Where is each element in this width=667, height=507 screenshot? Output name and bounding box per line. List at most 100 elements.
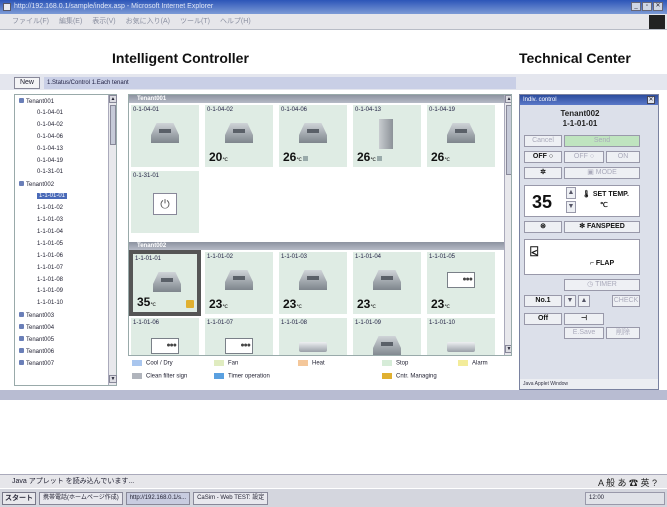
- start-button[interactable]: スタート: [2, 492, 36, 505]
- system-tray: 12:00: [585, 492, 665, 505]
- esave-button[interactable]: E.Save: [564, 327, 604, 339]
- menu-file[interactable]: ファイル(F): [12, 14, 49, 29]
- taskbar-item[interactable]: http://192.168.0.1/s...: [125, 492, 191, 505]
- tree-item-tenant[interactable]: Tenant002: [19, 181, 54, 188]
- maximize-button[interactable]: ▫: [642, 2, 652, 11]
- menu-tools[interactable]: ツール(T): [180, 14, 210, 29]
- unit-tile[interactable]: 0-1-31-01 ⏻: [131, 171, 199, 233]
- minimize-button[interactable]: _: [631, 2, 641, 11]
- cancel-button[interactable]: Cancel: [524, 135, 562, 147]
- tree-item-unit[interactable]: 0-1-04-06: [37, 134, 63, 140]
- unit-tile[interactable]: 0-1-04-06 26℃: [279, 105, 347, 167]
- tree-item-tenant[interactable]: Tenant003: [19, 312, 54, 319]
- unit-tile[interactable]: 1-1-01-05 23℃: [427, 252, 495, 314]
- tree-item-unit[interactable]: 1-1-01-09: [37, 288, 63, 294]
- unit-id: 1-1-01-08: [281, 320, 308, 326]
- timer-button[interactable]: ◷ TIMER: [564, 279, 640, 291]
- tree-item-unit[interactable]: 1-1-01-07: [37, 265, 63, 271]
- menu-edit[interactable]: 編集(E): [59, 14, 82, 29]
- mode-icon: ✲: [524, 167, 562, 179]
- delete-button[interactable]: 削除: [606, 327, 640, 339]
- tree-item-label: 0-1-04-06: [37, 133, 64, 140]
- flap-button[interactable]: ⌐ FLAP: [566, 259, 638, 271]
- tree-item-tenant[interactable]: Tenant001: [19, 98, 54, 105]
- tree-item-unit[interactable]: 1-1-01-06: [37, 253, 63, 259]
- menu-help[interactable]: ヘルプ(H): [220, 14, 251, 29]
- tree-item-unit[interactable]: 0-1-04-13: [37, 146, 63, 152]
- tree-item-unit[interactable]: 1-1-01-01: [37, 193, 68, 200]
- unit-id: 1-1-01-05: [429, 254, 456, 260]
- scroll-down-icon[interactable]: ▼: [505, 345, 511, 353]
- menu-favorites[interactable]: お気に入り(A): [126, 14, 170, 29]
- scroll-thumb[interactable]: [110, 105, 116, 145]
- temp-down-icon[interactable]: ▼: [566, 201, 576, 213]
- unit-tile[interactable]: 0-1-04-19 26℃: [427, 105, 495, 167]
- tree-item-unit[interactable]: 1-1-01-10: [37, 300, 63, 306]
- tree-item-unit[interactable]: 0-1-04-19: [37, 158, 63, 164]
- tenant-icon: [19, 98, 24, 103]
- new-button[interactable]: New: [14, 77, 40, 89]
- tree-scrollbar[interactable]: ▲ ▼: [108, 95, 117, 385]
- site-title: Technical Center: [519, 50, 631, 66]
- temp-up-icon[interactable]: ▲: [566, 187, 576, 199]
- unit-tile[interactable]: 1-1-01-03 23℃: [279, 252, 347, 314]
- fanspeed-button[interactable]: ✻ FANSPEED: [564, 221, 640, 233]
- unit-tile[interactable]: 0-1-04-01: [131, 105, 199, 167]
- grid-scrollbar[interactable]: ▲ ▼: [504, 95, 511, 355]
- tree-item-unit[interactable]: 0-1-31-01: [37, 169, 63, 175]
- on-button[interactable]: ON: [606, 151, 640, 163]
- filter-icon: [302, 156, 308, 161]
- unit-tile[interactable]: 1-1-01-06: [131, 318, 199, 355]
- tree-item-tenant[interactable]: Tenant004: [19, 324, 54, 331]
- tree-item-label: Tenant007: [26, 360, 55, 367]
- tree-item-label: 1-1-01-05: [37, 240, 64, 247]
- tree-item-unit[interactable]: 1-1-01-02: [37, 205, 63, 211]
- unit-tile[interactable]: 1-1-01-01 35℃: [129, 250, 201, 316]
- unit-tile[interactable]: 0-1-04-13 26℃: [353, 105, 421, 167]
- ac-unit-icon: [299, 270, 327, 290]
- tree-item-unit[interactable]: 0-1-04-02: [37, 122, 63, 128]
- legend-swatch: [132, 360, 142, 366]
- tree-item-tenant[interactable]: Tenant005: [19, 336, 54, 343]
- app-header: Intelligent Controller Technical Center: [0, 30, 667, 74]
- unit-tile[interactable]: 1-1-01-07: [205, 318, 273, 355]
- close-button[interactable]: ✕: [653, 2, 663, 11]
- scroll-up-icon[interactable]: ▲: [109, 95, 117, 103]
- unit-id: 1-1-01-10: [429, 320, 456, 326]
- mode-button[interactable]: ▣ MODE: [564, 167, 640, 179]
- group-header: Tenant001: [129, 95, 505, 103]
- taskbar-item[interactable]: CaSim - Web TEST: 設定: [193, 492, 269, 505]
- tree-item-unit[interactable]: 1-1-01-04: [37, 229, 63, 235]
- menu-view[interactable]: 表示(V): [92, 14, 115, 29]
- legend-swatch: [214, 360, 224, 366]
- taskbar-item[interactable]: 携帯電話(ホームページ作成): [39, 492, 123, 505]
- off-button[interactable]: OFF ○: [564, 151, 604, 163]
- scroll-up-icon[interactable]: ▲: [505, 95, 511, 103]
- page-horizontal-scrollbar[interactable]: [0, 390, 667, 400]
- tree-item-tenant[interactable]: Tenant007: [19, 359, 55, 367]
- check-button[interactable]: CHECK: [612, 295, 640, 307]
- tree-item-unit[interactable]: 1-1-01-03: [37, 217, 63, 223]
- close-icon[interactable]: ✕: [647, 96, 655, 104]
- unit-tile[interactable]: 0-1-04-02 20℃: [205, 105, 273, 167]
- unit-tile[interactable]: 1-1-01-10: [427, 318, 495, 355]
- timer-down-icon[interactable]: ▼: [564, 295, 576, 307]
- ac-unit-icon: [299, 342, 327, 352]
- unit-tile[interactable]: 1-1-01-02 23℃: [205, 252, 273, 314]
- tree-item-unit[interactable]: 0-1-04-01: [37, 110, 63, 116]
- tree-item-label: 1-1-01-02: [37, 205, 64, 212]
- legend-swatch: [132, 373, 142, 379]
- tree-item-unit[interactable]: 1-1-01-05: [37, 241, 63, 247]
- window-controls: _ ▫ ✕: [631, 2, 663, 11]
- timer-up-icon[interactable]: ▲: [578, 295, 590, 307]
- scroll-down-icon[interactable]: ▼: [109, 375, 117, 383]
- unit-tile[interactable]: 1-1-01-04 23℃: [353, 252, 421, 314]
- unit-tile[interactable]: 1-1-01-09: [353, 318, 421, 355]
- panel-tenant: Tenant002: [560, 109, 600, 118]
- scroll-thumb[interactable]: [506, 105, 511, 175]
- send-button[interactable]: Send: [564, 135, 640, 147]
- unit-temp: 23℃: [283, 297, 302, 311]
- unit-tile[interactable]: 1-1-01-08: [279, 318, 347, 355]
- tree-item-tenant[interactable]: Tenant006: [19, 347, 54, 355]
- tree-item-unit[interactable]: 1-1-01-08: [37, 277, 63, 283]
